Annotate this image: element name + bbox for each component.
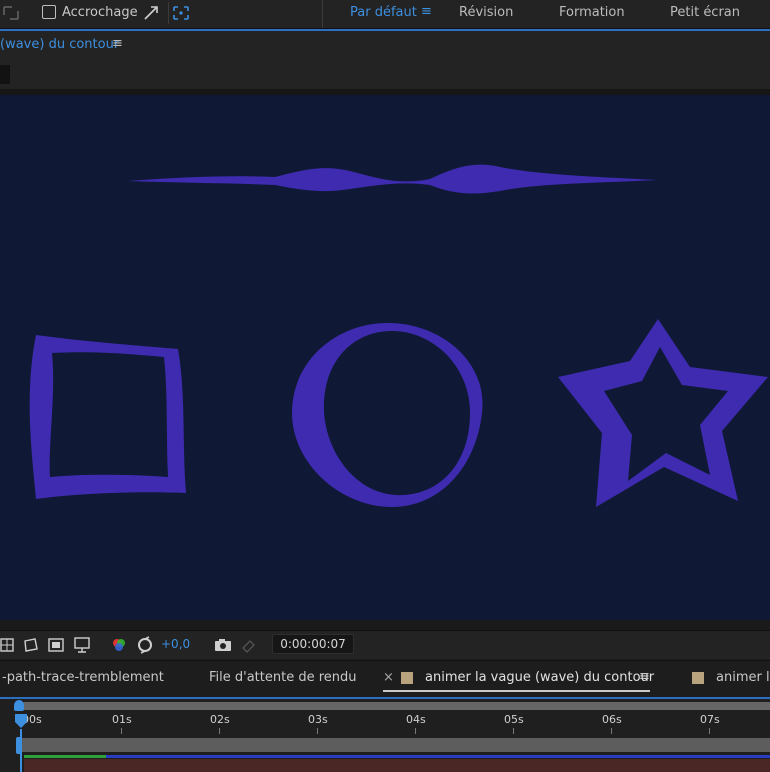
composition-breadcrumb-bar [0,61,770,90]
snap-checkbox[interactable] [42,5,56,19]
ruler-tick [121,728,122,734]
tab-animer-la-vague[interactable]: animer la vague (wave) du contour [425,670,654,685]
workspace-par-defaut[interactable]: Par défaut [350,5,417,20]
viewer-controls-bar: +0,0 0:00:00:07 [0,630,770,659]
viewer-canvas [29,164,768,507]
close-tab-icon[interactable]: × [383,670,394,685]
layer-duration-bar[interactable] [22,738,770,752]
star-shape [558,319,768,507]
mask-path-icon[interactable] [22,636,40,654]
layer-track-strip [24,759,770,772]
timeline-panel[interactable]: 00s 01s 02s 03s 04s 05s 06s 07s [0,697,770,772]
top-toolbar: Accrochage Par défaut ≡ Révision Formati… [0,0,770,29]
ruler-label: 01s [112,713,132,726]
ruler-tick [219,728,220,734]
playhead-icon[interactable] [14,713,28,729]
color-channels-icon[interactable] [110,636,128,654]
exposure-value[interactable]: +0,0 [161,637,190,651]
active-tab-indicator [383,690,650,692]
ruler-tick [317,728,318,734]
ruler-label: 05s [504,713,524,726]
breadcrumb-chip[interactable] [0,65,10,84]
ram-preview-cache-bar [24,755,106,758]
square-shape [29,335,186,499]
ruler-tick [709,728,710,734]
current-time-display[interactable]: 0:00:00:07 [272,634,354,654]
label-color-swatch [692,672,704,684]
wave-line-shape [128,164,658,194]
ruler-label: 04s [406,713,426,726]
workspace-petit-ecran[interactable]: Petit écran [670,5,740,20]
label-color-swatch [401,672,413,684]
expand-arrow-icon[interactable] [142,4,160,22]
ruler-label: 07s [700,713,720,726]
ruler-label: 03s [308,713,328,726]
tab-render-queue[interactable]: File d'attente de rendu [209,670,357,685]
ruler-label: 02s [210,713,230,726]
transparency-grid-icon[interactable] [73,636,91,654]
tab-path-trace-tremblement[interactable]: -path-trace-tremblement [2,670,164,685]
snap-target-icon[interactable] [168,2,193,24]
reset-exposure-icon[interactable] [136,636,154,654]
workspace-revision[interactable]: Révision [459,5,513,20]
circle-shape [292,323,483,507]
show-snapshot-icon[interactable] [240,636,258,654]
snapshot-camera-icon[interactable] [214,636,232,654]
ruler-tick [415,728,416,734]
ruler-tick [513,728,514,734]
composition-viewer[interactable] [0,95,770,620]
tab-menu-icon[interactable]: ≡ [639,669,650,684]
composition-panel-header: (wave) du contour ≡ [0,31,770,61]
workspace-formation[interactable]: Formation [559,5,625,20]
work-area-bar[interactable] [20,702,770,710]
viewer-bottom-edge [0,620,770,630]
selection-tool-icon[interactable] [0,3,22,23]
work-area-start-handle[interactable] [14,700,24,711]
timeline-tab-bar: -path-trace-tremblement File d'attente d… [0,660,770,697]
tab-animer-la-truncated[interactable]: animer la [716,670,770,685]
ruler-label: 06s [602,713,622,726]
ruler-tick [611,728,612,734]
region-of-interest-icon[interactable] [47,636,65,654]
composition-tab-title[interactable]: (wave) du contour [0,37,119,52]
toolbar-divider [322,0,323,28]
playhead-line[interactable] [20,729,22,772]
disk-cache-bar [106,755,770,758]
workspace-menu-icon[interactable]: ≡ [421,4,432,19]
snap-label: Accrochage [62,5,138,20]
panel-menu-icon[interactable]: ≡ [112,36,123,51]
grid-toggle-icon[interactable] [0,636,18,654]
